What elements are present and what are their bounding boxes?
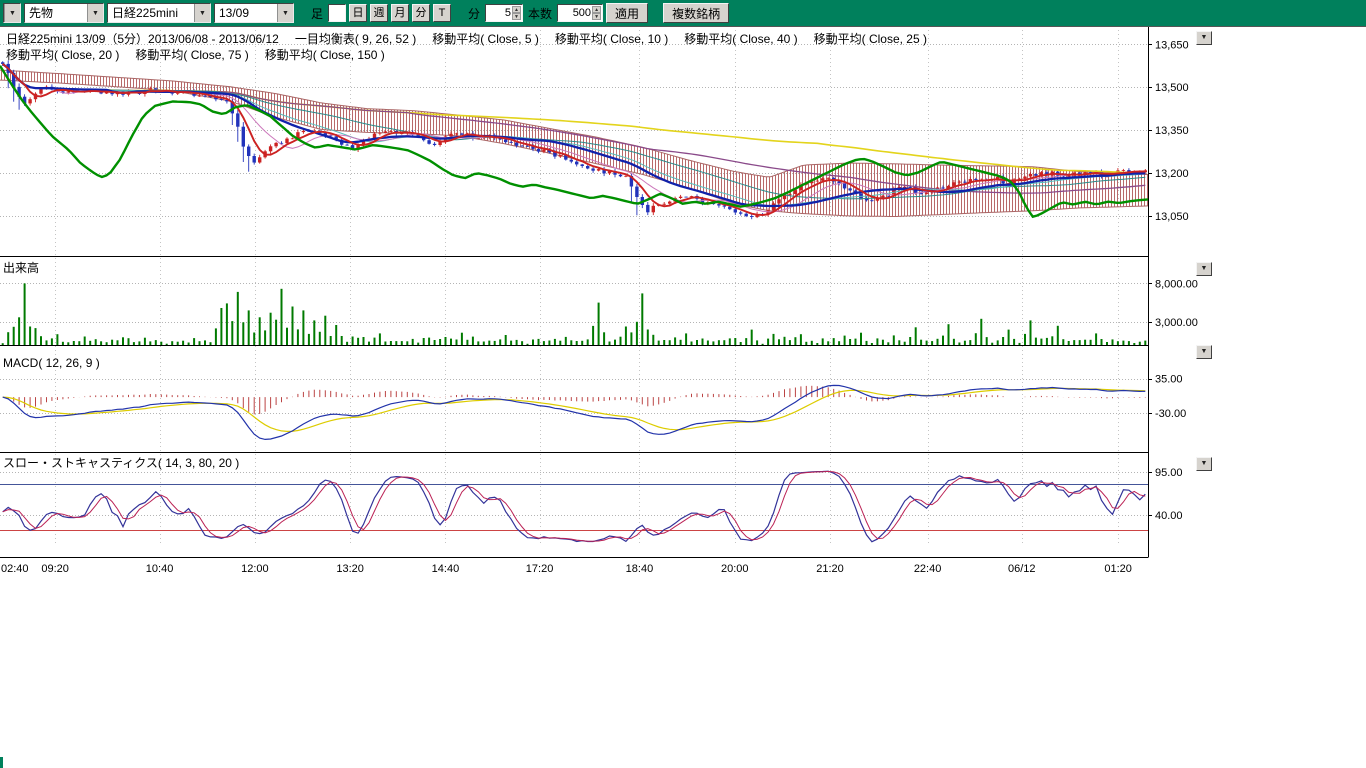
legend-ma5: 移動平均( Close, 5 )	[432, 30, 539, 47]
volume-panel-settings-button[interactable]: ▼	[1196, 262, 1212, 276]
apply-button[interactable]: 適用	[606, 3, 648, 23]
y-axis-tick-label: 13,050	[1155, 211, 1189, 223]
chevron-down-icon: ▼	[87, 4, 103, 22]
bar-type-tick-button[interactable]: T	[433, 4, 451, 22]
legend-ma25: 移動平均( Close, 25 )	[814, 30, 927, 47]
legend-ma75: 移動平均( Close, 75 )	[135, 46, 248, 63]
price-panel-settings-button[interactable]: ▼	[1196, 31, 1212, 45]
multi-symbol-button[interactable]: 複数銘柄	[663, 3, 729, 23]
chevron-down-icon: ▼	[4, 4, 20, 22]
x-axis-label: 10:40	[146, 563, 174, 575]
window-edge-fragment	[0, 757, 3, 768]
stoch-panel-settings-button[interactable]: ▼	[1196, 457, 1212, 471]
legend-ma40: 移動平均( Close, 40 )	[684, 30, 797, 47]
legend-ma150: 移動平均( Close, 150 )	[265, 46, 385, 63]
stochastics-layer	[3, 471, 1146, 542]
x-axis-label: 01:20	[1104, 563, 1132, 575]
legend-ma10: 移動平均( Close, 10 )	[555, 30, 668, 47]
y-axis-tick-label: 13,350	[1155, 125, 1189, 137]
stoch-panel-label: スロー・ストキャスティクス( 14, 3, 80, 20 )	[3, 454, 239, 471]
panel-separators	[0, 27, 1149, 558]
collapsed-combo[interactable]: ▼	[3, 3, 21, 23]
x-axis-label: 12:00	[241, 563, 269, 575]
macd-layer	[3, 385, 1146, 439]
macd-panel-settings-button[interactable]: ▼	[1196, 345, 1212, 359]
x-axis-label: 09:20	[41, 563, 69, 575]
chart-canvas[interactable]: 02:40 09:20 10:40 12:00 13:20 14:40 17:20 18:40…	[0, 0, 1366, 600]
y-axis-tick-label: 13,200	[1155, 168, 1189, 180]
x-axis-label: 17:20	[526, 563, 554, 575]
spin-down-icon: ▼	[592, 13, 601, 20]
y-axis-tick-label: 13,500	[1155, 82, 1189, 94]
minute-stepper[interactable]: ▲ ▼	[512, 6, 521, 20]
bar-type-minute-button[interactable]: 分	[412, 4, 430, 22]
legend-row-1: 日経225mini 13/09（5分）2013/06/08 - 2013/06/…	[6, 30, 927, 47]
bar-type-selected-button[interactable]	[328, 4, 346, 22]
y-axis-tick-label: 3,000.00	[1155, 317, 1198, 329]
y-axis-tick-label: -30.00	[1155, 408, 1186, 420]
x-axis-label: 13:20	[336, 563, 364, 575]
contract-value: 13/09	[215, 4, 277, 22]
volume-bars	[3, 283, 1146, 345]
bar-type-label: 足	[311, 5, 323, 22]
symbol-value: 日経225mini	[108, 4, 194, 22]
category-select[interactable]: 先物 ▼	[24, 3, 104, 23]
macd-line	[3, 385, 1146, 439]
minute-unit-label: 分	[468, 5, 480, 22]
x-axis-label: 18:40	[626, 563, 654, 575]
spin-up-icon: ▲	[512, 6, 521, 13]
count-value: 500	[573, 7, 591, 19]
x-axis-label: 14:40	[432, 563, 460, 575]
legend-ichimoku: 一目均衡表( 9, 26, 52 )	[295, 30, 416, 47]
chevron-down-icon: ▼	[277, 4, 293, 22]
chevron-down-icon: ▼	[194, 4, 210, 22]
chart-title: 日経225mini 13/09（5分）2013/06/08 - 2013/06/…	[6, 30, 279, 47]
y-axis-tick-label: 35.00	[1155, 374, 1183, 386]
count-value-input[interactable]: 500 ▲ ▼	[557, 4, 603, 22]
x-axis-label: 06/12	[1008, 563, 1036, 575]
x-axis-label: 22:40	[914, 563, 942, 575]
macd-panel-label: MACD( 12, 26, 9 )	[3, 356, 100, 370]
spin-up-icon: ▲	[592, 6, 601, 13]
y-axis-tick-label: 13,650	[1155, 39, 1189, 51]
y-axis-tick-label: 95.00	[1155, 467, 1183, 479]
volume-panel-label: 出来高	[3, 259, 39, 276]
symbol-select[interactable]: 日経225mini ▼	[107, 3, 211, 23]
macd-signal-line	[3, 388, 1146, 431]
x-axis-label: 21:20	[816, 563, 844, 575]
bar-count-label: 本数	[528, 5, 552, 22]
minute-value: 5	[505, 7, 511, 19]
spin-down-icon: ▼	[512, 13, 521, 20]
legend-ma20: 移動平均( Close, 20 )	[6, 46, 119, 63]
x-axis-label: 02:40	[1, 563, 29, 575]
legend-row-2: 移動平均( Close, 20 ) 移動平均( Close, 75 ) 移動平均…	[6, 46, 385, 63]
y-axis-tick-label: 40.00	[1155, 510, 1183, 522]
toolbar: ▼ 先物 ▼ 日経225mini ▼ 13/09 ▼ 足 日 週 月 分 T 分…	[0, 0, 1366, 27]
count-stepper[interactable]: ▲ ▼	[592, 6, 601, 20]
bar-type-month-button[interactable]: 月	[391, 4, 409, 22]
bar-type-day-button[interactable]: 日	[349, 4, 367, 22]
bar-type-week-button[interactable]: 週	[370, 4, 388, 22]
y-axis-tick-label: 8,000.00	[1155, 278, 1198, 290]
x-axis-label: 20:00	[721, 563, 749, 575]
category-value: 先物	[25, 4, 87, 22]
minute-value-input[interactable]: 5 ▲ ▼	[485, 4, 523, 22]
contract-select[interactable]: 13/09 ▼	[214, 3, 294, 23]
